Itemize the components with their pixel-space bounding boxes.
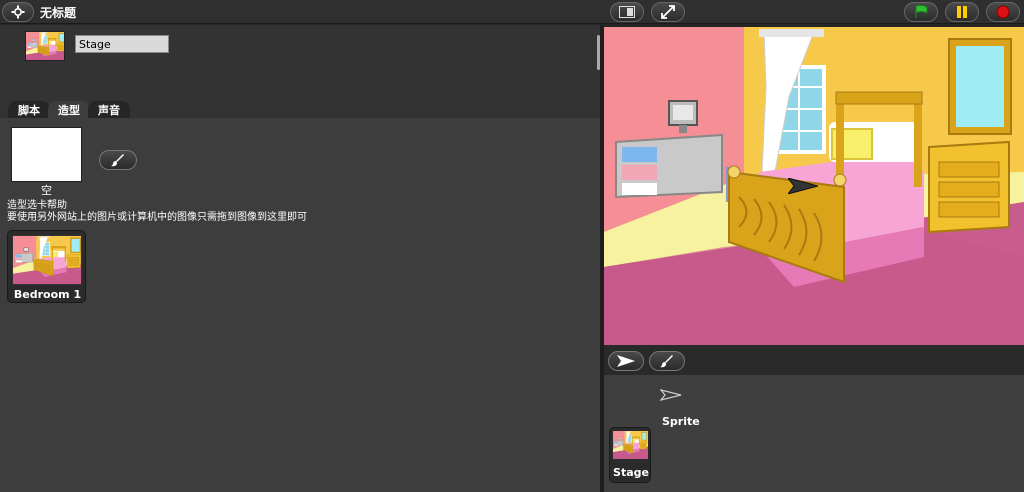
paintbrush-icon <box>111 154 124 167</box>
small-stage-button[interactable] <box>610 2 644 22</box>
help-title: 造型选卡帮助 <box>7 200 67 211</box>
project-title: 无标题 <box>40 6 77 20</box>
editor-panel: Stage 脚本 造型 声音 空 造型选卡帮助 要使用另外网站上的图片或计算机中… <box>0 25 600 492</box>
paint-new-costume-button[interactable] <box>99 150 137 170</box>
stop-icon <box>996 5 1010 19</box>
pause-icon <box>957 6 967 18</box>
stage-item-label: Stage <box>613 466 649 479</box>
arrow-sprite-icon <box>617 355 635 367</box>
tab-scripts[interactable]: 脚本 <box>8 101 50 118</box>
green-flag-button[interactable] <box>904 2 938 22</box>
costume-name: Bedroom 1 <box>13 288 82 301</box>
costume-thumbnail <box>12 235 82 285</box>
costume-item[interactable]: Bedroom 1 <box>7 230 86 303</box>
stage-thumbnail <box>613 431 648 459</box>
green-flag-icon <box>915 5 928 18</box>
tab-sounds[interactable]: 声音 <box>88 101 130 118</box>
pause-button[interactable] <box>945 2 979 22</box>
help-description: 要使用另外网站上的图片或计算机中的图像只需拖到图像到这里即可 <box>7 212 307 223</box>
sprite-arrow[interactable] <box>788 178 818 194</box>
gear-icon <box>11 5 25 19</box>
stop-button[interactable] <box>986 2 1020 22</box>
fullscreen-icon <box>661 5 675 19</box>
choose-sprite-button[interactable] <box>608 351 644 371</box>
sprite-name-label[interactable]: Sprite <box>662 415 700 428</box>
stage-item[interactable]: Stage <box>609 427 651 483</box>
sprite-panel: Sprite Stage <box>604 345 1024 492</box>
tab-costumes[interactable]: 造型 <box>48 101 90 118</box>
costume-help-text: 造型选卡帮助 要使用另外网站上的图片或计算机中的图像只需拖到图像到这里即可 <box>7 200 307 224</box>
tab-bar: 脚本 造型 声音 <box>8 101 130 118</box>
blank-costume[interactable] <box>11 127 82 182</box>
sprite-list: Sprite Stage <box>604 375 1024 492</box>
sprite-name-field[interactable]: Stage <box>75 35 169 53</box>
sprite-toolbar <box>604 345 1024 375</box>
sprite-info-area: Stage 脚本 造型 声音 <box>0 25 600 118</box>
app-window: 无标题 Stage 脚本 造型 声音 空 造型选卡帮助 要使用另外网站上的图片或… <box>0 0 1024 492</box>
stage-canvas[interactable] <box>604 27 1024 345</box>
top-bar: 无标题 <box>0 0 1024 24</box>
menu-button[interactable] <box>2 2 34 22</box>
fullscreen-button[interactable] <box>651 2 685 22</box>
paint-new-sprite-button[interactable] <box>649 351 685 371</box>
paintbrush-icon <box>660 355 673 368</box>
blank-costume-label: 空 <box>41 184 52 197</box>
sprite-arrow-icon[interactable] <box>660 389 682 401</box>
small-stage-icon <box>619 6 635 18</box>
current-sprite-thumbnail <box>25 31 65 61</box>
